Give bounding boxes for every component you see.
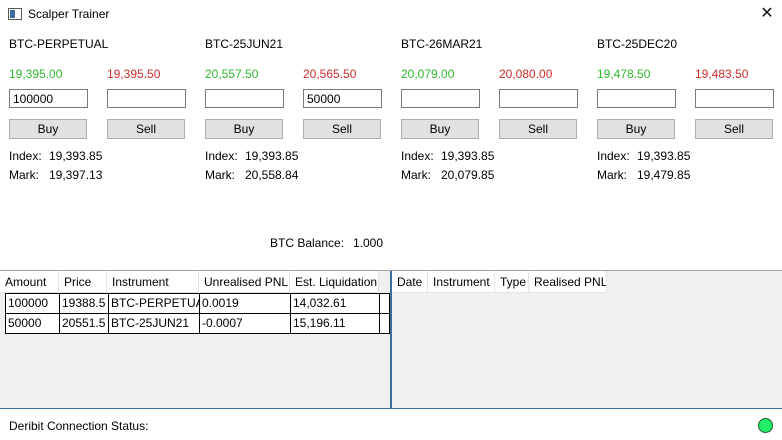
mark-label: Mark: [597, 168, 627, 182]
cell-unrealised-pnl: -0.0007 [200, 314, 291, 333]
index-value: 19,393.85 [441, 149, 495, 163]
instrument-panel-2: BTC-26MAR21 20,079.00 20,080.00 Buy Sell… [401, 30, 591, 190]
instrument-name: BTC-26MAR21 [401, 37, 483, 51]
sell-button[interactable]: Sell [695, 119, 773, 139]
buy-quantity-input[interactable] [205, 89, 284, 108]
column-header-instrument[interactable]: Instrument [107, 271, 199, 293]
connection-status-label: Deribit Connection Status: [9, 419, 149, 433]
cell-est-liquidation: 14,032.61 [291, 294, 380, 313]
cell-est-liquidation: 15,196.11 [291, 314, 380, 333]
index-label: Index: [205, 149, 238, 163]
table-row[interactable]: 100000 19388.5 BTC-PERPETUAL 0.0019 14,0… [5, 293, 390, 314]
table-row[interactable]: 50000 20551.5 BTC-25JUN21 -0.0007 15,196… [5, 314, 390, 334]
column-header-type[interactable]: Type [495, 271, 529, 293]
buy-button[interactable]: Buy [9, 119, 87, 139]
open-positions-grid[interactable]: Amount Price Instrument Unrealised PNL E… [0, 271, 390, 409]
instrument-name: BTC-25JUN21 [205, 37, 284, 51]
cell-spacer [380, 294, 390, 313]
column-header-amount[interactable]: Amount [0, 271, 59, 293]
index-label: Index: [9, 149, 42, 163]
instrument-panel-1: BTC-25JUN21 20,557.50 20,565.50 Buy Sell… [205, 30, 395, 190]
column-header-unrealised-pnl[interactable]: Unrealised PNL [199, 271, 290, 293]
connection-status-indicator [758, 418, 773, 433]
bid-price: 19,478.50 [597, 67, 651, 81]
sell-quantity-input[interactable] [695, 89, 774, 108]
cell-instrument: BTC-PERPETUAL [109, 294, 200, 313]
sell-button[interactable]: Sell [107, 119, 185, 139]
instrument-name: BTC-25DEC20 [597, 37, 678, 51]
positions-header-row: Amount Price Instrument Unrealised PNL E… [0, 271, 379, 293]
window-title: Scalper Trainer [28, 7, 110, 21]
buy-quantity-input[interactable] [9, 89, 88, 108]
sell-quantity-input[interactable] [499, 89, 578, 108]
column-header-realised-pnl[interactable]: Realised PNL [529, 271, 607, 293]
sell-quantity-input[interactable] [107, 89, 186, 108]
buy-quantity-input[interactable] [401, 89, 480, 108]
mark-value: 19,479.85 [637, 168, 691, 182]
btc-balance-value: 1.000 [353, 236, 384, 250]
btc-balance-label: BTC Balance: [270, 236, 345, 250]
index-label: Index: [401, 149, 434, 163]
cell-price: 20551.5 [60, 314, 109, 333]
bid-price: 19,395.00 [9, 67, 63, 81]
mark-label: Mark: [9, 168, 39, 182]
column-header-date[interactable]: Date [392, 271, 428, 293]
mark-value: 19,397.13 [49, 168, 103, 182]
ask-price: 19,483.50 [695, 67, 749, 81]
cell-instrument: BTC-25JUN21 [109, 314, 200, 333]
column-header-instrument[interactable]: Instrument [428, 271, 495, 293]
bid-price: 20,557.50 [205, 67, 259, 81]
title-bar: Scalper Trainer ✕ [0, 0, 782, 30]
buy-button[interactable]: Buy [597, 119, 675, 139]
index-value: 19,393.85 [245, 149, 299, 163]
buy-button[interactable]: Buy [401, 119, 479, 139]
cell-amount: 50000 [5, 314, 60, 333]
cell-amount: 100000 [5, 294, 60, 313]
cell-unrealised-pnl: 0.0019 [200, 294, 291, 313]
sell-button[interactable]: Sell [499, 119, 577, 139]
grid-bottom-border [0, 408, 782, 409]
instrument-panel-0: BTC-PERPETUAL 19,395.00 19,395.50 Buy Se… [9, 30, 199, 190]
ask-price: 20,565.50 [303, 67, 357, 81]
index-label: Index: [597, 149, 630, 163]
column-header-est-liquidation[interactable]: Est. Liquidation [290, 271, 379, 293]
instrument-name: BTC-PERPETUAL [9, 37, 109, 51]
cell-price: 19388.5 [60, 294, 109, 313]
mark-label: Mark: [401, 168, 431, 182]
mark-value: 20,079.85 [441, 168, 495, 182]
trade-history-grid[interactable]: Date Instrument Type Realised PNL [392, 271, 782, 409]
ask-price: 19,395.50 [107, 67, 161, 81]
bid-price: 20,079.00 [401, 67, 455, 81]
column-header-price[interactable]: Price [59, 271, 107, 293]
history-header-row: Date Instrument Type Realised PNL [392, 271, 607, 293]
app-window-icon [8, 8, 22, 20]
ask-price: 20,080.00 [499, 67, 553, 81]
instrument-panel-3: BTC-25DEC20 19,478.50 19,483.50 Buy Sell… [597, 30, 782, 190]
mark-value: 20,558.84 [245, 168, 299, 182]
mark-label: Mark: [205, 168, 235, 182]
sell-button[interactable]: Sell [303, 119, 381, 139]
index-value: 19,393.85 [637, 149, 691, 163]
index-value: 19,393.85 [49, 149, 103, 163]
close-button[interactable]: ✕ [756, 4, 778, 24]
buy-button[interactable]: Buy [205, 119, 283, 139]
sell-quantity-input[interactable] [303, 89, 382, 108]
buy-quantity-input[interactable] [597, 89, 676, 108]
cell-spacer [380, 314, 390, 333]
